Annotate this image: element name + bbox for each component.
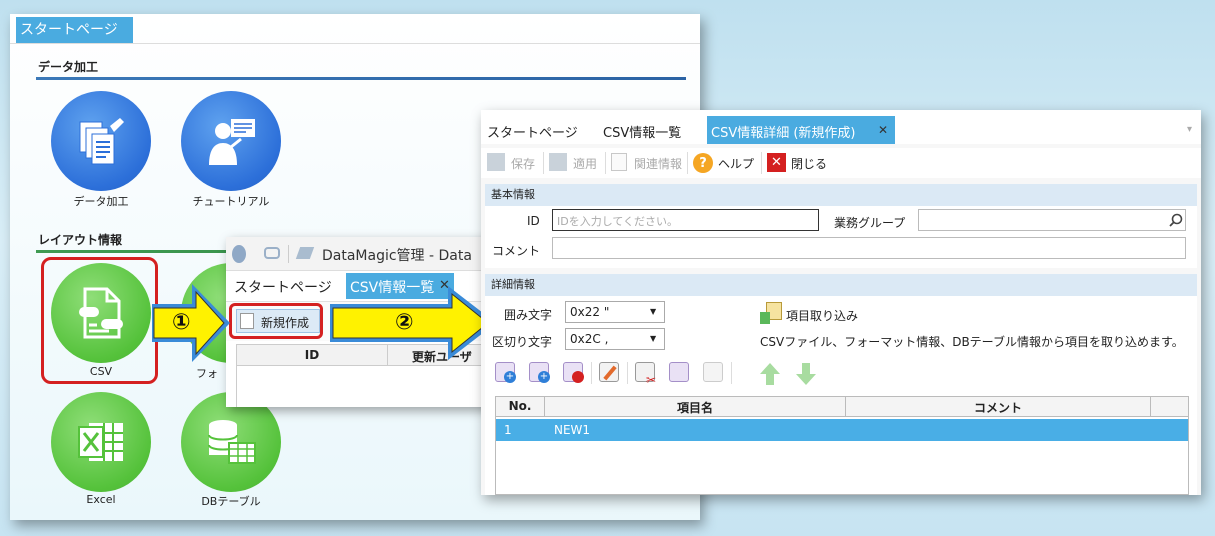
cell-item-name[interactable]: NEW1 — [554, 423, 590, 437]
tab-menu-icon[interactable]: ▾ — [1187, 124, 1192, 135]
enclose-char-value: 0x22 " — [570, 305, 610, 319]
column-divider — [1150, 397, 1151, 416]
import-description: CSVファイル、フォーマット情報、DBテーブル情報から項目を取り込めます。 — [760, 335, 1184, 349]
business-group-input[interactable] — [918, 209, 1186, 231]
delimiter-value: 0x2C , — [570, 332, 609, 346]
app-logo-icon — [232, 245, 246, 263]
pin-icon[interactable] — [295, 247, 315, 259]
excel-label: Excel — [86, 493, 116, 506]
basic-info-header: 基本情報 — [485, 184, 1197, 206]
column-item-name[interactable]: 項目名 — [545, 399, 845, 416]
db-table-button[interactable] — [181, 392, 281, 492]
step1-label: ① — [172, 310, 191, 335]
import-items-icon — [760, 302, 784, 326]
toolbar-separator — [731, 362, 732, 384]
section-divider — [36, 77, 686, 80]
add-row-icon[interactable]: + — [495, 362, 516, 383]
paste-icon[interactable] — [703, 362, 723, 382]
id-placeholder: IDを入力してください。 — [557, 215, 679, 228]
toolbar-separator — [627, 362, 628, 384]
column-comment[interactable]: コメント — [846, 399, 1150, 416]
help-button[interactable]: ヘルプ — [718, 155, 754, 172]
excel-button[interactable] — [51, 392, 151, 492]
delimiter-select[interactable]: 0x2C , ▼ — [565, 328, 665, 350]
data-processing-label: データ加工 — [73, 195, 129, 208]
section-title-layout: レイアウト情報 — [38, 233, 123, 247]
chevron-down-icon: ▼ — [650, 307, 657, 316]
business-group-label: 業務グループ — [834, 216, 906, 230]
related-info-button[interactable]: 関連情報 — [634, 155, 682, 172]
tutorial-button[interactable] — [181, 91, 281, 191]
delete-row-icon[interactable] — [563, 362, 584, 383]
tutorial-icon — [209, 119, 255, 165]
step2-label: ② — [395, 310, 414, 335]
toolbar-separator — [591, 362, 592, 384]
toolbar-separator — [687, 152, 688, 174]
copy-icon[interactable] — [669, 362, 689, 382]
apply-icon — [549, 153, 567, 171]
tab-csv-detail[interactable]: CSV情報詳細 (新規作成) ✕ — [707, 116, 895, 144]
tab-start-page[interactable]: スタートページ — [487, 122, 578, 141]
cut-icon[interactable]: ✂ — [635, 362, 656, 387]
toolbar-separator — [543, 152, 544, 174]
tab-bar: スタートページ CSV情報一覧 CSV情報詳細 (新規作成) ✕ ▾ — [481, 110, 1201, 144]
id-label: ID — [527, 214, 540, 228]
enclose-char-label: 囲み文字 — [504, 308, 553, 322]
tab-start-page[interactable]: スタートページ — [16, 17, 133, 43]
detail-info-header: 詳細情報 — [485, 274, 1197, 296]
sync-icon[interactable] — [264, 247, 280, 259]
section-title-data-processing: データ加工 — [38, 60, 99, 74]
tab-divider — [10, 43, 700, 44]
enclose-char-select[interactable]: 0x22 " ▼ — [565, 301, 665, 323]
items-grid: No. 項目名 コメント 1 NEW1 — [495, 396, 1189, 495]
csv-highlight-frame — [41, 257, 158, 384]
toolbar-separator — [288, 245, 289, 263]
related-info-icon — [611, 153, 627, 171]
comment-input[interactable] — [552, 237, 1186, 259]
toolbar: 保存 適用 関連情報 ? ヘルプ ✕ 閉じる — [481, 148, 1201, 178]
help-icon: ? — [693, 153, 713, 173]
step1-arrow-icon — [152, 284, 230, 362]
close-button[interactable]: 閉じる — [791, 155, 827, 172]
new-button-highlight-frame — [229, 303, 323, 339]
insert-row-icon[interactable]: + — [529, 362, 550, 383]
comment-label: コメント — [492, 244, 541, 258]
tab-label: CSV情報詳細 (新規作成) — [711, 126, 856, 141]
move-up-icon[interactable] — [759, 362, 781, 386]
close-icon[interactable]: ✕ — [878, 123, 888, 137]
window-title: DataMagic管理 - Data — [322, 248, 472, 264]
search-icon[interactable] — [1169, 213, 1183, 227]
save-icon — [487, 153, 505, 171]
tab-csv-list[interactable]: CSV情報一覧 — [603, 122, 681, 141]
edit-icon[interactable] — [599, 362, 619, 382]
close-window-icon: ✕ — [767, 153, 786, 172]
import-items-button[interactable]: 項目取り込み — [786, 307, 858, 324]
save-button[interactable]: 保存 — [511, 155, 535, 172]
toolbar-separator — [605, 152, 606, 174]
excel-icon — [78, 423, 123, 461]
grid-header: No. 項目名 コメント — [496, 397, 1188, 417]
csv-detail-window: スタートページ CSV情報一覧 CSV情報詳細 (新規作成) ✕ ▾ 保存 適用… — [481, 110, 1201, 495]
toolbar-separator — [761, 152, 762, 174]
apply-button[interactable]: 適用 — [573, 155, 597, 172]
id-input[interactable]: IDを入力してください。 — [552, 209, 819, 231]
db-table-label: DBテーブル — [201, 495, 261, 508]
tab-start-page[interactable]: スタートページ — [234, 277, 332, 297]
data-processing-button[interactable] — [51, 91, 151, 191]
data-processing-icon — [79, 118, 124, 165]
cell-no: 1 — [504, 423, 512, 437]
delimiter-label: 区切り文字 — [492, 335, 553, 349]
column-no[interactable]: No. — [496, 399, 544, 413]
move-down-icon[interactable] — [795, 362, 817, 386]
tutorial-label: チュートリアル — [192, 195, 270, 208]
chevron-down-icon: ▼ — [650, 334, 657, 343]
db-table-icon — [208, 420, 256, 464]
table-row[interactable]: 1 NEW1 — [496, 419, 1188, 441]
